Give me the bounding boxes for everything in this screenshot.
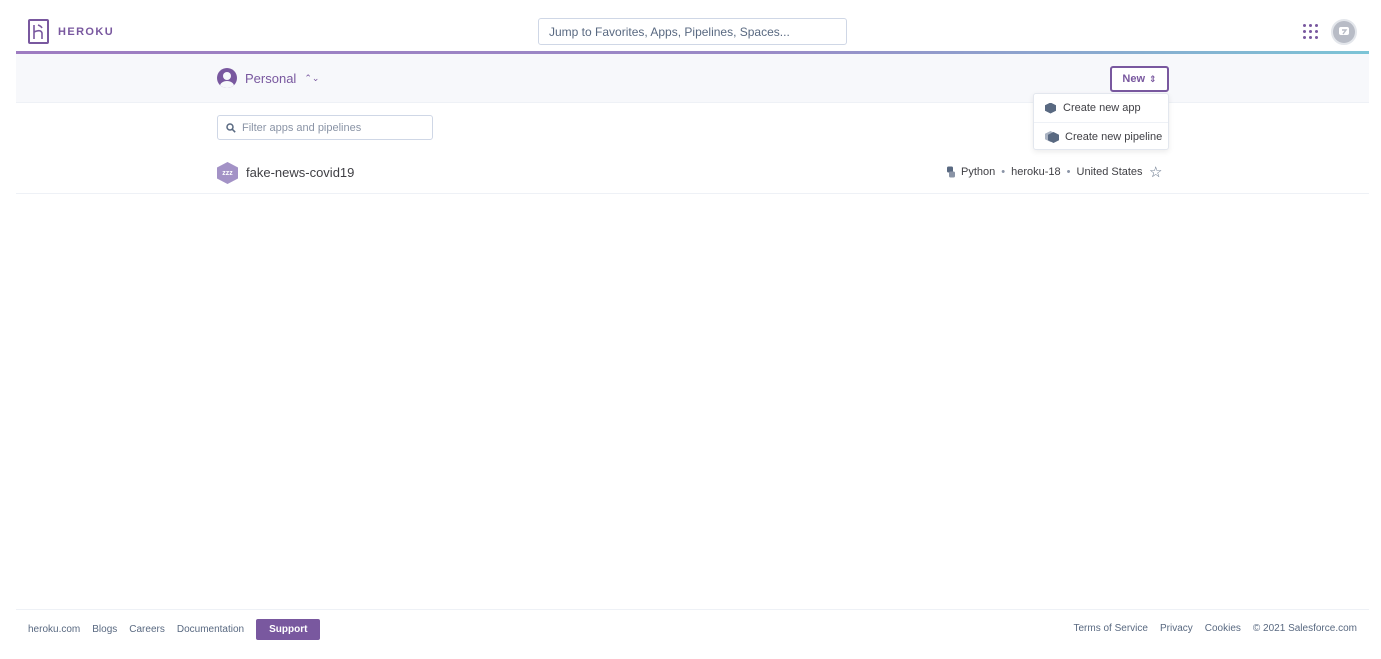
- new-button-label: New: [1122, 73, 1146, 85]
- create-new-pipeline-item[interactable]: Create new pipeline: [1034, 122, 1168, 150]
- footer-link-blogs[interactable]: Blogs: [92, 624, 117, 635]
- account-switcher[interactable]: Personal ⌃⌄: [217, 68, 319, 88]
- personal-avatar-icon: [217, 68, 237, 88]
- footer-link-documentation[interactable]: Documentation: [177, 624, 244, 635]
- search-icon: [226, 122, 236, 133]
- sleeping-app-icon: zzz: [217, 162, 238, 184]
- app-name[interactable]: fake-news-covid19: [246, 165, 354, 180]
- footer-copyright: © 2021 Salesforce.com: [1252, 623, 1357, 634]
- create-new-app-item[interactable]: Create new app: [1034, 94, 1168, 122]
- global-search-input[interactable]: Jump to Favorites, Apps, Pipelines, Spac…: [538, 18, 847, 45]
- top-navigation-bar: HEROKU Jump to Favorites, Apps, Pipeline…: [16, 0, 1369, 52]
- filter-placeholder: Filter apps and pipelines: [242, 121, 362, 134]
- footer-link-terms[interactable]: Terms of Service: [1074, 623, 1148, 634]
- heroku-logo[interactable]: HEROKU: [28, 19, 114, 44]
- app-list-item[interactable]: zzz fake-news-covid19 Python • heroku-18…: [16, 152, 1369, 194]
- menu-item-label: Create new app: [1063, 102, 1141, 114]
- footer: heroku.com Blogs Careers Documentation S…: [16, 609, 1369, 659]
- account-label: Personal: [245, 70, 297, 86]
- app-region: United States: [1076, 166, 1143, 178]
- app-language: Python: [961, 166, 996, 178]
- python-icon: [947, 166, 955, 178]
- footer-link-privacy[interactable]: Privacy: [1160, 623, 1193, 634]
- user-avatar[interactable]: [1331, 19, 1357, 45]
- filter-apps-input[interactable]: Filter apps and pipelines: [217, 115, 433, 140]
- favorite-star-icon[interactable]: ☆: [1149, 163, 1162, 181]
- chevron-updown-icon: ⇕: [1149, 73, 1157, 84]
- logo-text: HEROKU: [58, 25, 115, 38]
- new-dropdown-menu: Create new app Create new pipeline: [1033, 93, 1169, 150]
- pipeline-hexagon-icon: [1045, 131, 1059, 143]
- app-stack: heroku-18: [1011, 166, 1061, 178]
- support-button[interactable]: Support: [256, 619, 321, 640]
- footer-link-careers[interactable]: Careers: [129, 624, 165, 635]
- heroku-logo-icon: [28, 19, 49, 44]
- new-button[interactable]: New ⇕: [1110, 66, 1169, 92]
- menu-item-label: Create new pipeline: [1065, 130, 1163, 143]
- chevron-updown-icon: ⌃⌄: [304, 72, 320, 83]
- footer-link-cookies[interactable]: Cookies: [1205, 623, 1241, 634]
- app-hexagon-icon: [1045, 102, 1056, 114]
- footer-left-links: heroku.com Blogs Careers Documentation S…: [28, 619, 321, 640]
- apps-grid-icon[interactable]: [1303, 24, 1319, 40]
- footer-right-links: Terms of Service Privacy Cookies © 2021 …: [1074, 623, 1358, 634]
- app-meta: Python • heroku-18 • United States: [945, 166, 1143, 178]
- footer-link-heroku[interactable]: heroku.com: [28, 624, 80, 635]
